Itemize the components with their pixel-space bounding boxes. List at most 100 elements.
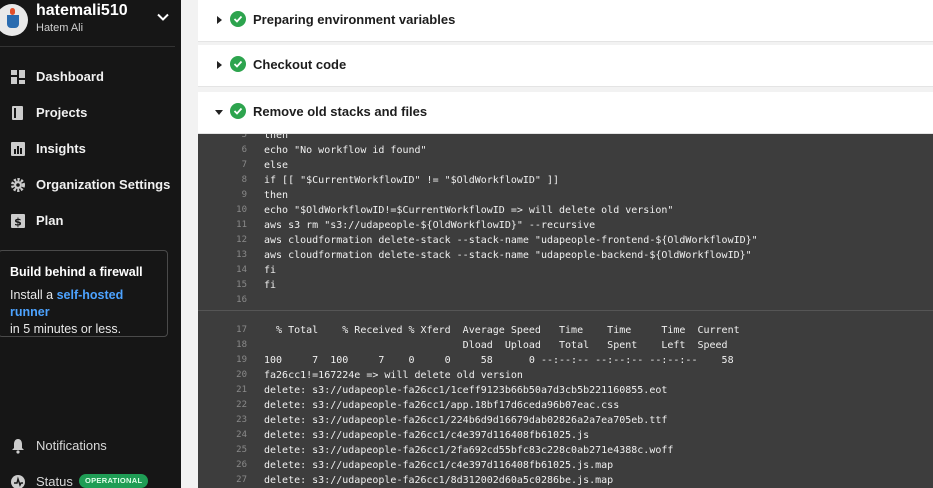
log-line-number[interactable]: 12 [198, 233, 247, 248]
log-line: 6 echo "No workflow id found" [198, 143, 933, 158]
log-line-number[interactable]: 10 [198, 203, 247, 218]
log-line: 14 fi [198, 263, 933, 278]
log-line-number[interactable]: 22 [198, 398, 247, 413]
log-line-text: fa26cc1!=167224e => will delete old vers… [264, 370, 523, 381]
user-fullname: Hatem Ali [36, 22, 84, 34]
log-line: 11 aws s3 rm "s3://udapeople-${OldWorkflo… [198, 218, 933, 233]
log-line-number[interactable]: 11 [198, 218, 247, 233]
log-line: 23 delete: s3://udapeople-fa26cc1/224b6d9… [198, 413, 933, 428]
sidebar-item-projects[interactable]: Projects [0, 99, 181, 127]
step-remove-old-stacks[interactable]: Remove old stacks and files [198, 92, 933, 134]
log-line-number[interactable]: 18 [198, 338, 247, 353]
log-line-text: aws cloudformation delete-stack --stack-… [264, 250, 752, 261]
log-line-text: delete: s3://udapeople-fa26cc1/8d312002d… [264, 475, 614, 486]
bell-icon [12, 439, 24, 454]
step-checkout-code[interactable]: Checkout code [198, 45, 933, 87]
log-line-text: delete: s3://udapeople-fa26cc1/c4e397d11… [264, 430, 590, 441]
sidebar-item-label: Organization Settings [36, 177, 171, 192]
username: hatemali510 [36, 2, 128, 19]
sidebar-item-plan[interactable]: $ Plan [0, 207, 181, 235]
sidebar-item-org-settings[interactable]: Organization Settings [0, 171, 181, 199]
log-line: 20 fa26cc1!=167224e => will delete old ve… [198, 368, 933, 383]
log-line: 22 delete: s3://udapeople-fa26cc1/app.18b… [198, 398, 933, 413]
log-line: 19 100 7 100 7 0 0 58 0 --:--:-- --:--:--… [198, 353, 933, 368]
log-line-number[interactable]: 15 [198, 278, 247, 293]
sidebar-item-label: Dashboard [36, 69, 104, 84]
log-line-number[interactable]: 21 [198, 383, 247, 398]
log-line: 27 delete: s3://udapeople-fa26cc1/8d31200… [198, 473, 933, 488]
job-steps-panel: Preparing environment variables Checkout… [181, 0, 933, 488]
user-switcher[interactable]: hatemali510 Hatem Ali [0, 0, 181, 46]
sidebar-item-notifications[interactable]: Notifications [0, 434, 181, 458]
promo-text-before: Install a [10, 288, 57, 302]
step-preparing-env[interactable]: Preparing environment variables [198, 0, 933, 42]
log-line-number[interactable]: 27 [198, 473, 247, 488]
success-check-icon [230, 11, 246, 27]
log-line-number[interactable]: 16 [198, 293, 247, 308]
log-line-number[interactable]: 24 [198, 428, 247, 443]
log-line-number[interactable]: 5 [198, 134, 247, 143]
insights-icon [11, 142, 25, 156]
log-line-number[interactable]: 7 [198, 158, 247, 173]
success-check-icon [230, 103, 246, 119]
log-section-divider [198, 310, 933, 311]
svg-text:$: $ [14, 216, 22, 229]
log-line-number[interactable]: 13 [198, 248, 247, 263]
avatar [0, 4, 28, 36]
log-line-text: then [264, 134, 289, 141]
log-line-number[interactable]: 6 [198, 143, 247, 158]
firewall-promo-card: Build behind a firewall Install a self-h… [0, 250, 168, 337]
sidebar-item-label: Notifications [36, 438, 107, 453]
log-line: 8 if [[ "$CurrentWorkflowID" != "$OldWork… [198, 173, 933, 188]
promo-text: Install a self-hosted runner in 5 minutes… [10, 287, 157, 338]
log-line-number[interactable]: 9 [198, 188, 247, 203]
log-line: 26 delete: s3://udapeople-fa26cc1/c4e397d… [198, 458, 933, 473]
log-line-text: delete: s3://udapeople-fa26cc1/1ceff9123… [264, 385, 668, 396]
log-line: 18 Dload Upload Total Spent Left Speed [198, 338, 933, 353]
log-line-text: 100 7 100 7 0 0 58 0 --:--:-- --:--:-- -… [264, 355, 734, 366]
log-line: 10 echo "$OldWorkflowID!=$CurrentWorkflow… [198, 203, 933, 218]
log-line-text: aws s3 rm "s3://udapeople-${OldWorkflowI… [264, 220, 596, 231]
step-title: Checkout code [253, 57, 347, 72]
status-icon [11, 475, 25, 488]
log-line-text: else [264, 160, 289, 171]
log-line-text: fi [264, 265, 277, 276]
log-line: 13 aws cloudformation delete-stack --stac… [198, 248, 933, 263]
caret-down-icon [215, 110, 223, 115]
log-line-text: delete: s3://udapeople-fa26cc1/c4e397d11… [264, 460, 614, 471]
promo-text-after: in 5 minutes or less. [10, 322, 122, 336]
log-line-text: then [264, 190, 289, 201]
log-line: 21 delete: s3://udapeople-fa26cc1/1ceff91… [198, 383, 933, 398]
log-line: 24 delete: s3://udapeople-fa26cc1/c4e397d… [198, 428, 933, 443]
step-log-output[interactable]: 5 then 6 echo "No workflow id found" 7 else 8 i… [198, 134, 933, 488]
log-line-text: % Total % Received % Xferd Average Speed… [264, 325, 740, 336]
sidebar: hatemali510 Hatem Ali Dashboard Projects… [0, 0, 181, 488]
log-line: 5 then [198, 134, 933, 143]
sidebar-item-status[interactable]: Status OPERATIONAL [0, 470, 181, 488]
log-line-number[interactable]: 19 [198, 353, 247, 368]
log-line-number[interactable]: 17 [198, 323, 247, 338]
step-title: Remove old stacks and files [253, 104, 428, 119]
log-line-text: echo "$OldWorkflowID!=$CurrentWorkflowID… [264, 205, 674, 216]
sidebar-item-dashboard[interactable]: Dashboard [0, 63, 181, 91]
log-line-text: fi [264, 280, 277, 291]
log-line-number[interactable]: 26 [198, 458, 247, 473]
log-line-text: delete: s3://udapeople-fa26cc1/2fa692cd5… [264, 445, 674, 456]
log-line-number[interactable]: 8 [198, 173, 247, 188]
sidebar-item-label: Status [36, 474, 73, 488]
chevron-down-icon[interactable] [156, 10, 170, 24]
status-badge: OPERATIONAL [79, 474, 149, 488]
log-line: 9 then [198, 188, 933, 203]
caret-right-icon [217, 16, 222, 24]
sidebar-item-insights[interactable]: Insights [0, 135, 181, 163]
success-check-icon [230, 56, 246, 72]
log-line-number[interactable]: 20 [198, 368, 247, 383]
log-line-text: Dload Upload Total Spent Left Speed [264, 340, 728, 351]
log-line-number[interactable]: 25 [198, 443, 247, 458]
log-line: 15 fi [198, 278, 933, 293]
log-line-number[interactable]: 23 [198, 413, 247, 428]
log-line-number[interactable]: 14 [198, 263, 247, 278]
log-line-text: aws cloudformation delete-stack --stack-… [264, 235, 758, 246]
dashboard-icon [11, 70, 25, 84]
promo-title: Build behind a firewall [10, 265, 143, 279]
